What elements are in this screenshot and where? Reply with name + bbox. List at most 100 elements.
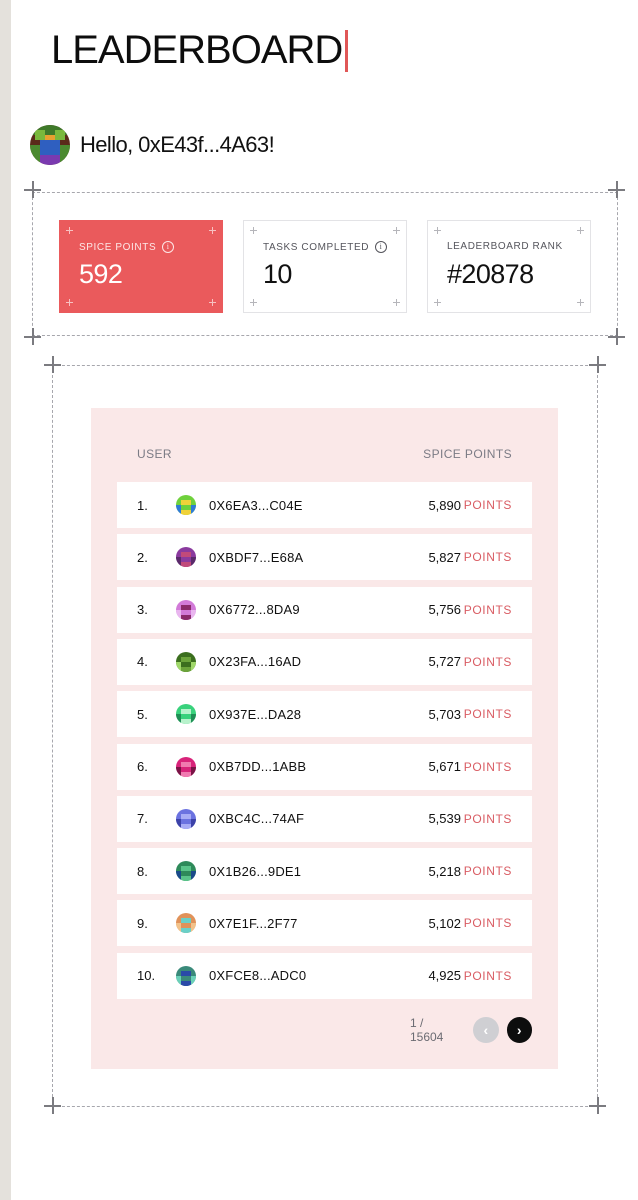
chevron-left-icon: ‹ (483, 1022, 489, 1038)
page-indicator: 1 / 15604 (409, 1016, 444, 1044)
user-address: 0XFCE8...ADC0 (209, 968, 307, 984)
table-row[interactable]: 6. 0XB7DD...1ABB 5,671 POINTS (117, 743, 532, 790)
table-row[interactable]: 8. 0X1B26...9DE1 5,218 POINTS (117, 848, 532, 895)
card-plus-icon (66, 299, 73, 306)
user-address: 0XB7DD...1ABB (209, 759, 307, 774)
user-address: 0X937E...DA28 (209, 706, 302, 722)
rank-number: 4. (137, 654, 148, 670)
corner-plus-icon (44, 356, 61, 373)
corner-plus-icon (44, 1097, 61, 1114)
user-avatar (176, 861, 196, 882)
points-unit: POINTS (463, 654, 512, 669)
table-row[interactable]: 3. 0X6772...8DA9 5,756 POINTS (117, 586, 532, 633)
greeting: Hello, 0xE43f...4A63! (30, 125, 275, 165)
rank-number: 9. (137, 915, 148, 931)
leaderboard-header: USER SPICE POINTS (137, 447, 512, 461)
card-plus-icon (393, 299, 400, 306)
spice-points-card: SPICE POINTS i 592 (59, 220, 223, 313)
stat-label: LEADERBOARD RANK (447, 241, 563, 252)
table-row[interactable]: 9. 0X7E1F...2F77 5,102 POINTS (117, 900, 532, 947)
points-value: 5,827 (428, 549, 461, 565)
card-plus-icon (209, 227, 216, 234)
user-avatar (176, 808, 196, 829)
corner-plus-icon (608, 328, 625, 345)
points-unit: POINTS (463, 759, 512, 774)
card-plus-icon (434, 227, 441, 234)
card-plus-icon (577, 227, 584, 234)
rank-number: 10. (137, 968, 156, 984)
info-icon[interactable]: i (162, 241, 175, 253)
leaderboard-rank-label: LEADERBOARD RANK (447, 241, 563, 252)
info-icon[interactable]: i (375, 241, 388, 253)
tasks-completed-label: TASKS COMPLETED i (263, 241, 388, 253)
rank-number: 3. (137, 602, 148, 618)
left-rail (0, 0, 11, 1200)
card-plus-icon (250, 299, 257, 306)
user-avatar (176, 965, 196, 986)
user-avatar (30, 125, 70, 165)
points-unit: POINTS (463, 916, 512, 931)
user-avatar (176, 704, 196, 725)
points-value: 5,218 (428, 863, 461, 879)
tasks-completed-value: 10 (263, 259, 292, 289)
stat-label: TASKS COMPLETED (263, 241, 370, 253)
user-avatar (176, 547, 196, 568)
points-unit: POINTS (463, 864, 512, 879)
user-avatar (176, 651, 196, 672)
card-plus-icon (577, 299, 584, 306)
page-title-text: LEADERBOARD (51, 28, 343, 72)
points-unit: POINTS (463, 498, 512, 512)
table-row[interactable]: 7. 0XBC4C...74AF 5,539 POINTS (117, 795, 532, 842)
tasks-completed-card: TASKS COMPLETED i 10 (243, 220, 407, 313)
user-address: 0XBDF7...E68A (209, 549, 304, 565)
greeting-text: Hello, 0xE43f...4A63! (80, 132, 275, 157)
points-value: 5,102 (428, 915, 461, 931)
text-caret (345, 29, 349, 72)
corner-plus-icon (24, 181, 41, 198)
spice-points-value: 592 (79, 259, 123, 289)
points-value: 5,756 (428, 602, 461, 618)
rank-number: 1. (137, 497, 148, 513)
user-avatar (176, 756, 196, 777)
table-row[interactable]: 10. 0XFCE8...ADC0 4,925 POINTS (117, 952, 532, 999)
page-title: LEADERBOARD (51, 28, 349, 73)
points-unit: POINTS (463, 550, 512, 565)
points-unit: POINTS (463, 811, 512, 826)
stat-label: SPICE POINTS (79, 241, 157, 253)
card-plus-icon (250, 227, 257, 234)
table-row[interactable]: 5. 0X937E...DA28 5,703 POINTS (117, 691, 532, 738)
user-avatar (176, 599, 196, 620)
points-value: 5,671 (428, 759, 461, 774)
corner-plus-icon (24, 328, 41, 345)
user-address: 0X23FA...16AD (209, 654, 302, 670)
leaderboard-rank-card: LEADERBOARD RANK #20878 (427, 220, 591, 313)
card-plus-icon (209, 299, 216, 306)
points-value: 4,925 (428, 968, 461, 984)
prev-page-button[interactable]: ‹ (473, 1017, 499, 1043)
points-unit: POINTS (463, 968, 512, 983)
column-user: USER (137, 447, 172, 461)
corner-plus-icon (589, 1097, 606, 1114)
leaderboard-rank-value: #20878 (447, 259, 534, 289)
rank-number: 8. (137, 863, 148, 879)
points-unit: POINTS (463, 602, 512, 617)
table-row[interactable]: 4. 0X23FA...16AD 5,727 POINTS (117, 638, 532, 685)
pagination: 1 / 15604 ‹ › (409, 1016, 532, 1044)
user-avatar (176, 495, 196, 515)
user-address: 0X1B26...9DE1 (209, 863, 302, 879)
rank-number: 5. (137, 706, 148, 722)
points-value: 5,703 (428, 706, 461, 722)
table-row[interactable]: 1. 0X6EA3...C04E 5,890 POINTS (117, 482, 532, 528)
points-value: 5,727 (428, 654, 461, 670)
rank-number: 7. (137, 811, 148, 827)
column-spice-points: SPICE POINTS (423, 447, 512, 461)
table-row[interactable]: 2. 0XBDF7...E68A 5,827 POINTS (117, 534, 532, 581)
next-page-button[interactable]: › (506, 1017, 532, 1043)
rank-number: 6. (137, 759, 148, 774)
card-plus-icon (66, 227, 73, 234)
spice-points-label: SPICE POINTS i (79, 241, 175, 253)
chevron-right-icon: › (516, 1022, 522, 1038)
user-avatar (176, 913, 196, 934)
user-address: 0X7E1F...2F77 (209, 915, 298, 931)
points-unit: POINTS (463, 707, 512, 722)
